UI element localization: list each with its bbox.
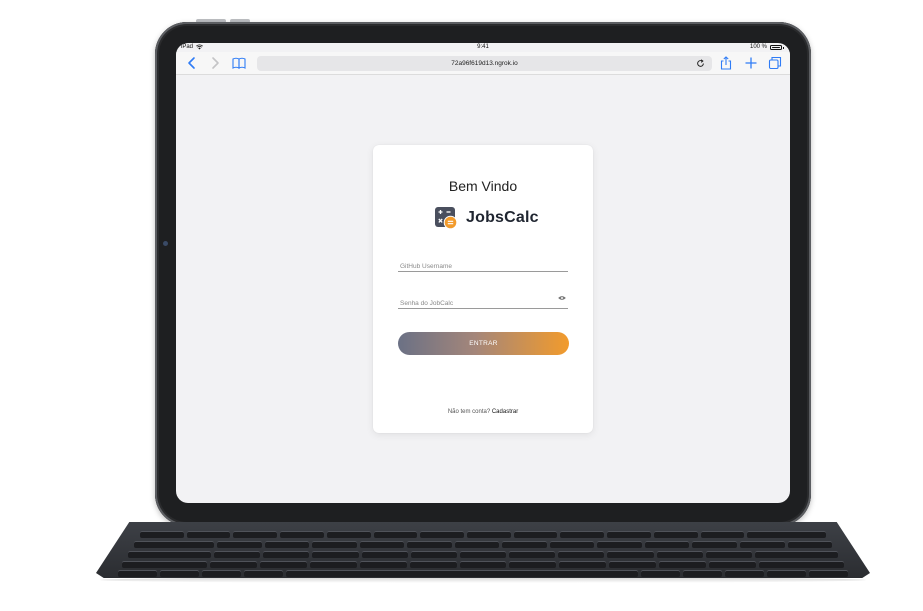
welcome-heading: Bem Vindo [448, 178, 518, 194]
tabs-button[interactable] [767, 55, 783, 71]
bookmarks-button[interactable] [231, 55, 247, 71]
password-input[interactable] [398, 296, 552, 311]
brand: JobsCalc [435, 207, 539, 229]
keyboard-row [118, 570, 849, 577]
app-name: JobsCalc [466, 209, 539, 226]
calculator-logo-icon [435, 207, 457, 229]
back-button[interactable] [184, 55, 200, 71]
login-card: Bem Vindo JobsCalc ENTRAR [373, 145, 593, 433]
username-field [398, 255, 568, 274]
password-field [398, 292, 568, 311]
smart-keyboard [96, 522, 870, 578]
new-tab-button[interactable] [743, 55, 759, 71]
battery-percent: 100 % [749, 44, 767, 50]
safari-toolbar: 72a96f619d13.ngrok.io [176, 52, 790, 75]
keyboard-row [134, 541, 833, 548]
status-bar: iPad 9:41 100 % [176, 43, 790, 52]
address-bar[interactable]: 72a96f619d13.ngrok.io [257, 56, 712, 71]
ipad-screen: iPad 9:41 100 % 72a96f619d13.ngrok.io Be… [176, 43, 790, 503]
book-icon [232, 57, 246, 69]
share-button[interactable] [718, 55, 734, 71]
signup-row: Não tem conta? Cadastrar [373, 409, 593, 415]
front-camera [163, 241, 168, 246]
username-input[interactable] [398, 259, 552, 274]
tabs-icon [768, 56, 782, 70]
keyboard-row [122, 561, 844, 568]
plus-icon [745, 57, 757, 69]
chevron-right-icon [212, 57, 219, 69]
status-right: 100 % [749, 44, 784, 50]
url-text: 72a96f619d13.ngrok.io [451, 60, 518, 67]
keyboard-row [128, 551, 839, 558]
login-button[interactable]: ENTRAR [398, 332, 569, 355]
reload-icon[interactable] [696, 59, 705, 68]
keyboard-row [140, 531, 827, 538]
signup-link[interactable]: Cadastrar [492, 409, 518, 415]
chevron-left-icon [188, 57, 195, 69]
signup-prompt: Não tem conta? [447, 409, 491, 415]
share-icon [720, 56, 732, 70]
eye-icon[interactable] [558, 295, 566, 301]
forward-button[interactable] [207, 55, 223, 71]
battery-icon [770, 44, 784, 50]
status-time: 9:41 [477, 44, 489, 50]
